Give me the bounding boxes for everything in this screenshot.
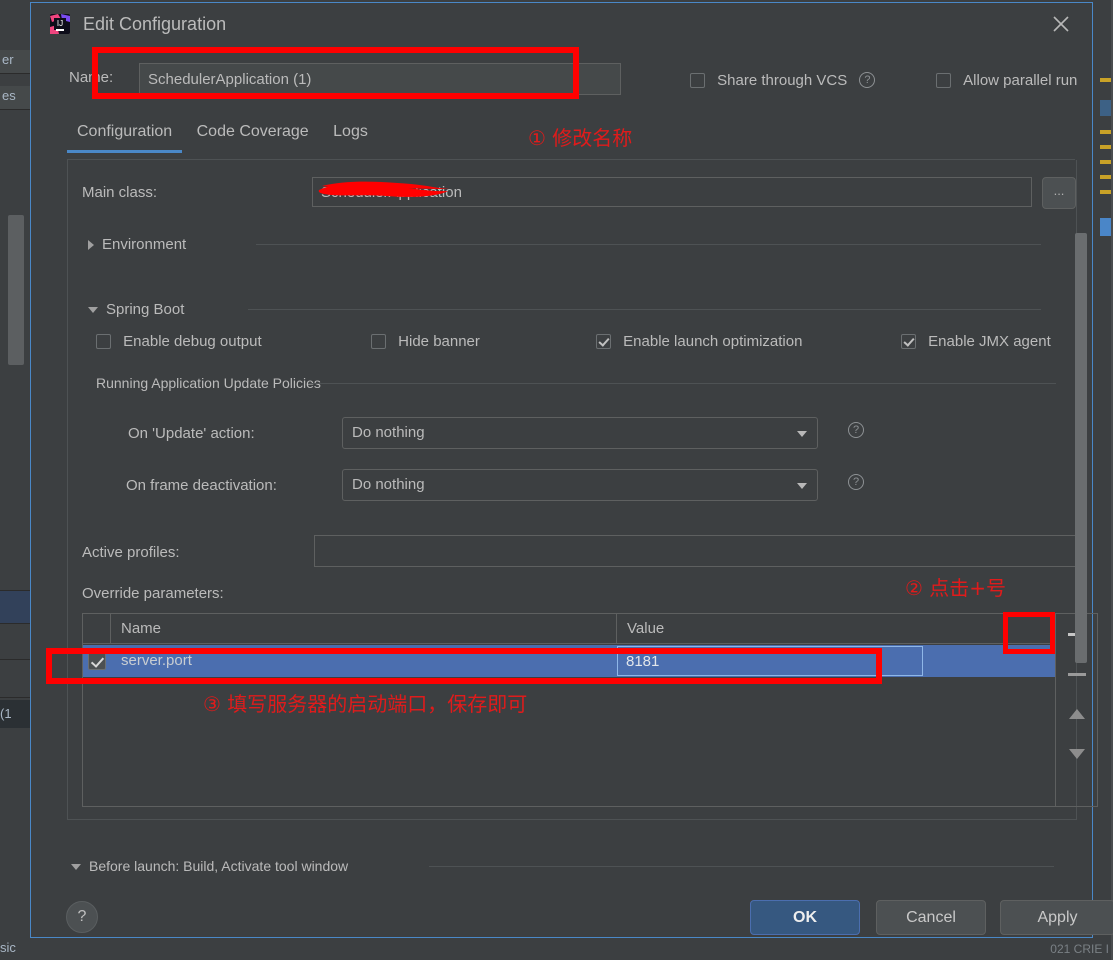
background-ide-right: 021 CRIE I [1050, 0, 1113, 960]
main-class-browse-button[interactable]: ... [1042, 177, 1076, 209]
background-scrollbar[interactable] [8, 215, 24, 365]
triangle-right-icon[interactable] [88, 240, 94, 251]
before-launch-header[interactable]: Before launch: Build, Activate tool wind… [71, 858, 348, 874]
triangle-down-icon[interactable] [88, 307, 98, 314]
background-row-3 [0, 660, 30, 698]
background-tab: (1 [0, 700, 30, 728]
edit-configuration-dialog: IJ Edit Configuration Name: Share throug… [30, 2, 1113, 938]
allow-parallel-run-label: Allow parallel run [963, 71, 1078, 89]
tab-logs[interactable]: Logs [323, 121, 378, 153]
enable-debug-output-checkbox[interactable] [96, 333, 111, 349]
enable-debug-output-label: Enable debug output [123, 332, 262, 350]
on-update-action-dropdown[interactable]: Do nothing [342, 417, 818, 449]
share-through-vcs-label: Share through VCS [717, 71, 848, 89]
enable-launch-optimization-checkbox[interactable] [596, 333, 611, 349]
table-header-value[interactable]: Value [617, 614, 1017, 644]
row-value-cell[interactable]: 8181 [617, 646, 923, 676]
background-row-2 [0, 624, 30, 660]
background-selected-row [0, 590, 30, 624]
background-marker [1100, 100, 1111, 116]
on-frame-deactivation-value: Do nothing [352, 476, 425, 493]
table-header-row: Name Value [83, 614, 1055, 644]
environment-divider [256, 244, 1041, 245]
enable-jmx-agent-row[interactable]: Enable JMX agent [901, 332, 1051, 350]
dialog-scrollbar-track[interactable] [1075, 113, 1090, 853]
spring-boot-label: Spring Boot [106, 301, 185, 318]
hide-banner-label: Hide banner [398, 332, 480, 350]
on-frame-deactivation-dropdown[interactable]: Do nothing [342, 469, 818, 501]
svg-text:IJ: IJ [57, 19, 63, 28]
background-fragment-2: es [0, 86, 30, 110]
background-bottom-text: 021 CRIE I [1050, 942, 1109, 956]
ok-button[interactable]: OK [750, 900, 860, 935]
configuration-panel: Main class: ... Environment Spring Boot … [67, 160, 1098, 820]
spring-boot-section-header[interactable]: Spring Boot [88, 301, 184, 318]
allow-parallel-run-checkbox[interactable] [936, 72, 951, 88]
background-marker [1100, 190, 1111, 194]
background-marker [1100, 130, 1111, 134]
hide-banner-row[interactable]: Hide banner [371, 332, 480, 350]
active-profiles-label: Active profiles: [82, 544, 180, 561]
background-ide-left: er es (1 sic [0, 0, 30, 960]
table-header-check [83, 614, 111, 644]
table-row[interactable]: server.port 8181 [83, 645, 1055, 677]
main-class-input[interactable] [312, 177, 1032, 207]
help-icon[interactable]: ? [859, 72, 876, 89]
share-through-vcs-checkbox[interactable] [690, 72, 705, 88]
tab-configuration[interactable]: Configuration [67, 121, 183, 153]
update-policies-divider [308, 383, 1056, 384]
override-parameters-label: Override parameters: [82, 585, 224, 602]
update-policies-title: Running Application Update Policies [96, 375, 321, 391]
chevron-down-icon[interactable] [797, 431, 807, 437]
before-launch-divider [429, 866, 1054, 867]
enable-launch-optimization-row[interactable]: Enable launch optimization [596, 332, 802, 350]
on-update-action-label: On 'Update' action: [128, 425, 255, 442]
enable-debug-output-row[interactable]: Enable debug output [96, 332, 262, 350]
spring-boot-divider [248, 309, 1041, 310]
dialog-title: Edit Configuration [83, 14, 227, 34]
row-name-cell[interactable]: server.port [111, 645, 617, 677]
apply-button[interactable]: Apply [1000, 900, 1113, 935]
annotation-step-3: ③ 填写服务器的启动端口，保存即可 [203, 692, 528, 716]
active-profiles-input[interactable] [314, 535, 1076, 567]
intellij-idea-logo-icon: IJ [49, 13, 71, 35]
enable-launch-optimization-label: Enable launch optimization [623, 332, 803, 350]
table-header-name[interactable]: Name [111, 614, 617, 644]
environment-section-header[interactable]: Environment [88, 236, 186, 253]
dialog-titlebar: IJ Edit Configuration [31, 3, 1092, 45]
row-enabled-checkbox[interactable] [88, 652, 106, 670]
background-marker [1100, 145, 1111, 149]
override-parameters-table: Name Value server.port 8181 ③ 填写服务器的启动端口… [82, 613, 1056, 807]
help-button[interactable]: ? [66, 901, 98, 933]
background-marker [1100, 175, 1111, 179]
help-icon[interactable]: ? [848, 474, 864, 490]
environment-label: Environment [102, 236, 187, 253]
background-marker [1100, 218, 1111, 236]
triangle-down-icon[interactable] [71, 864, 81, 871]
background-status-text: sic [0, 940, 16, 955]
tab-code-coverage[interactable]: Code Coverage [187, 121, 319, 153]
before-launch-label: Before launch: Build, Activate tool wind… [89, 858, 349, 874]
close-icon[interactable] [1048, 11, 1074, 37]
enable-jmx-agent-label: Enable JMX agent [928, 332, 1051, 350]
configuration-name-input[interactable] [139, 63, 621, 95]
cancel-button[interactable]: Cancel [876, 900, 986, 935]
background-fragment-1: er [0, 50, 30, 74]
name-label: Name: [69, 69, 114, 86]
enable-jmx-agent-checkbox[interactable] [901, 333, 916, 349]
main-class-label: Main class: [82, 184, 158, 201]
allow-parallel-run-checkbox-row[interactable]: Allow parallel run [936, 71, 1077, 89]
on-frame-deactivation-label: On frame deactivation: [126, 477, 277, 494]
hide-banner-checkbox[interactable] [371, 333, 386, 349]
help-icon[interactable]: ? [848, 422, 864, 438]
background-marker [1100, 78, 1111, 82]
chevron-down-icon[interactable] [797, 483, 807, 489]
dialog-tabs: Configuration Code Coverage Logs [67, 121, 1077, 159]
background-marker [1100, 160, 1111, 164]
share-through-vcs-checkbox-row[interactable]: Share through VCS ? [690, 71, 876, 89]
on-update-action-value: Do nothing [352, 424, 425, 441]
dialog-scrollbar-thumb[interactable] [1075, 233, 1087, 663]
